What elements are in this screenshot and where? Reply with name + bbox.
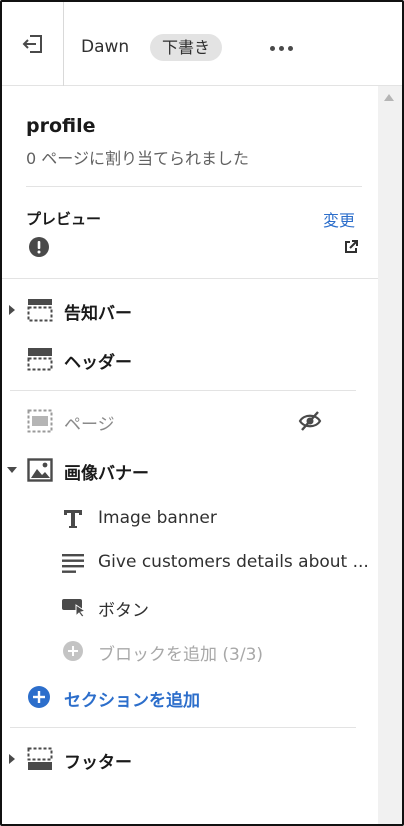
- scroll-up-arrow-icon[interactable]: [384, 94, 394, 101]
- announcement-bar-icon: [27, 299, 53, 322]
- scrollbar[interactable]: [378, 86, 402, 824]
- section-footer[interactable]: フッター: [2, 739, 378, 779]
- warning-icon: [29, 237, 49, 257]
- block-label: Image banner: [98, 508, 217, 528]
- header-section-icon: [27, 348, 53, 371]
- caret-down-icon[interactable]: [6, 466, 18, 474]
- divider: [2, 278, 378, 279]
- eye-hidden-icon[interactable]: [298, 410, 322, 432]
- caret-right-icon[interactable]: [8, 304, 16, 316]
- section-page[interactable]: ページ: [2, 401, 378, 441]
- template-assignment: 0 ページに割り当てられました: [26, 149, 249, 168]
- caret-right-icon[interactable]: [8, 753, 16, 765]
- more-actions-button[interactable]: [264, 38, 298, 58]
- more-dots-icon: [287, 45, 293, 51]
- page-section-icon: [27, 409, 53, 433]
- theme-name: Dawn: [81, 37, 130, 57]
- divider: [10, 390, 356, 391]
- block-text[interactable]: Give customers details about ...: [2, 543, 378, 583]
- top-bar: Dawn 下書き: [2, 2, 402, 86]
- divider: [10, 727, 356, 728]
- footer-section-icon: [27, 747, 53, 770]
- paragraph-icon: [62, 554, 84, 573]
- block-label: Give customers details about ...: [98, 552, 369, 572]
- text-heading-icon: [64, 510, 82, 528]
- block-button[interactable]: ボタン: [2, 587, 378, 627]
- section-label: 画像バナー: [64, 464, 149, 484]
- section-label: 告知バー: [64, 304, 132, 324]
- section-announcement-bar[interactable]: 告知バー: [2, 290, 378, 330]
- plus-circle-icon: [28, 686, 50, 708]
- theme-editor-sidebar: Dawn 下書き profile 0 ページに割り当てられました プレビュー 変…: [0, 0, 404, 826]
- section-header[interactable]: ヘッダー: [2, 339, 378, 379]
- add-block-button[interactable]: ブロックを追加 (3/3): [2, 631, 378, 671]
- section-label: フッター: [64, 753, 132, 773]
- block-heading[interactable]: Image banner: [2, 499, 378, 539]
- change-preview-link[interactable]: 変更: [323, 207, 355, 231]
- more-dots-icon: [269, 45, 275, 51]
- external-link-icon[interactable]: [343, 239, 359, 255]
- section-label: ページ: [64, 415, 115, 435]
- image-icon: [27, 458, 53, 482]
- button-cursor-icon: [62, 599, 86, 617]
- status-badge: 下書き: [150, 34, 223, 61]
- exit-button[interactable]: [2, 2, 64, 86]
- more-dots-icon: [278, 45, 284, 51]
- add-section-label: セクションを追加: [64, 691, 200, 711]
- section-label: ヘッダー: [64, 353, 132, 373]
- section-image-banner[interactable]: 画像バナー: [2, 450, 378, 490]
- exit-icon: [22, 35, 42, 53]
- block-label: ボタン: [98, 601, 149, 621]
- divider: [26, 186, 362, 187]
- add-section-button[interactable]: セクションを追加: [2, 677, 378, 717]
- plus-circle-icon: [63, 641, 83, 661]
- preview-label: プレビュー: [26, 210, 102, 228]
- template-name: profile: [26, 115, 96, 137]
- add-block-label: ブロックを追加 (3/3): [98, 645, 264, 665]
